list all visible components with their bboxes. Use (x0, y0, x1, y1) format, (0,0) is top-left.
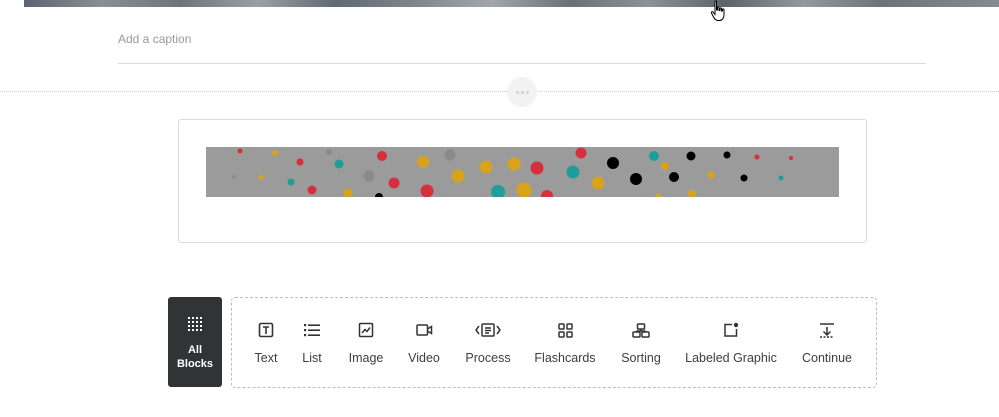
text-icon (258, 322, 274, 338)
toolbar-item-process[interactable]: Process (462, 298, 514, 387)
video-icon (415, 324, 432, 336)
flashcards-icon (557, 322, 573, 338)
toolbar-item-label: Labeled Graphic (685, 351, 777, 365)
toolbar-item-list[interactable]: List (295, 298, 329, 387)
list-icon (304, 324, 320, 337)
dots-banner-image (206, 147, 839, 197)
toolbar-item-label: Flashcards (534, 351, 596, 365)
toolbar-item-continue[interactable]: Continue (798, 298, 856, 387)
toolbar-item-labeled-graphic[interactable]: Labeled Graphic (684, 298, 778, 387)
toolbar-item-label: Image (348, 351, 384, 365)
toolbar-item-sorting[interactable]: Sorting (617, 298, 665, 387)
labeled-graphic-icon (724, 322, 739, 337)
previous-image-strip (24, 0, 999, 7)
toolbar-item-text[interactable]: Text (246, 298, 286, 387)
insert-block-handle[interactable] (507, 77, 537, 107)
hand-cursor-icon (710, 0, 725, 21)
block-divider (0, 91, 999, 92)
caption-input[interactable]: Add a caption (118, 32, 191, 46)
toolbar-item-label: Video (408, 351, 440, 365)
continue-icon (820, 323, 834, 338)
block-toolbar: Text List Image Video Process Flashcards… (231, 297, 877, 388)
all-blocks-label-line1: All (187, 344, 203, 356)
all-blocks-label: All Blocks (177, 343, 213, 371)
process-icon (475, 323, 501, 337)
all-blocks-button[interactable]: All Blocks (168, 297, 222, 387)
toolbar-item-image[interactable]: Image (345, 298, 387, 387)
toolbar-item-label: Sorting (621, 351, 661, 365)
caption-underline (118, 63, 926, 64)
image-block[interactable] (178, 119, 867, 243)
toolbar-item-label: Continue (801, 351, 853, 365)
toolbar-item-flashcards[interactable]: Flashcards (532, 298, 598, 387)
sorting-icon (632, 322, 650, 338)
toolbar-item-label: Process (465, 351, 511, 365)
toolbar-item-label: List (302, 351, 322, 365)
toolbar-item-label: Text (254, 351, 278, 365)
grid-icon (188, 317, 202, 331)
image-icon (358, 322, 374, 338)
all-blocks-label-line2: Blocks (176, 358, 214, 370)
toolbar-item-video[interactable]: Video (404, 298, 444, 387)
